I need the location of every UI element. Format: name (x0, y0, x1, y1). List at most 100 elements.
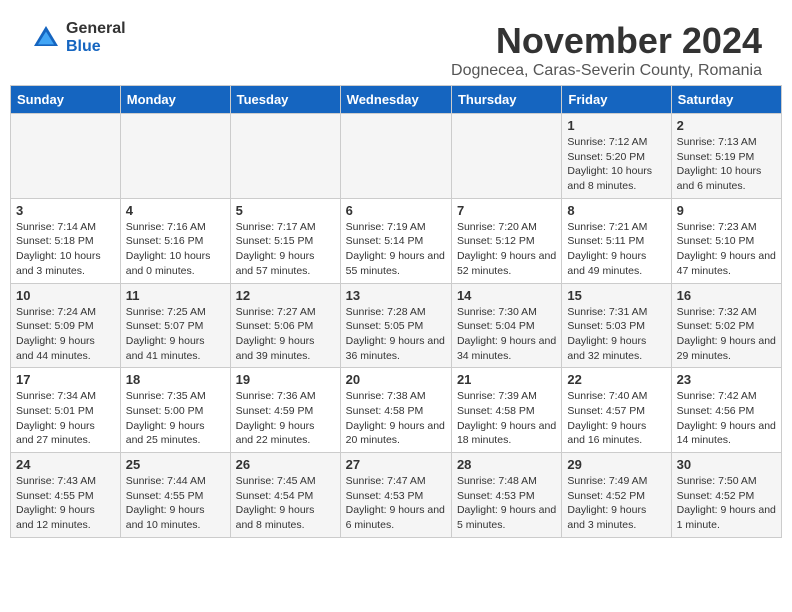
title-block: November 2024 Dognecea, Caras-Severin Co… (451, 20, 762, 80)
calendar-cell: 28 Sunrise: 7:48 AM Sunset: 4:53 PM Dayli… (451, 453, 561, 538)
location-title: Dognecea, Caras-Severin County, Romania (451, 62, 762, 80)
day-info: Sunrise: 7:49 AM Sunset: 4:52 PM Dayligh… (567, 474, 665, 533)
day-number: 13 (346, 288, 446, 303)
day-number: 11 (126, 288, 225, 303)
calendar-cell: 23 Sunrise: 7:42 AM Sunset: 4:56 PM Dayli… (671, 368, 781, 453)
calendar-cell: 6 Sunrise: 7:19 AM Sunset: 5:14 PM Daylig… (340, 198, 451, 283)
day-number: 21 (457, 372, 556, 387)
day-number: 30 (677, 457, 776, 472)
day-info: Sunrise: 7:40 AM Sunset: 4:57 PM Dayligh… (567, 389, 665, 448)
day-number: 9 (677, 203, 776, 218)
day-number: 26 (236, 457, 335, 472)
calendar-cell: 29 Sunrise: 7:49 AM Sunset: 4:52 PM Dayli… (562, 453, 671, 538)
calendar-cell: 26 Sunrise: 7:45 AM Sunset: 4:54 PM Dayli… (230, 453, 340, 538)
calendar-week-row: 10Sunrise: 7:24 AM Sunset: 5:09 PM Dayli… (11, 283, 782, 368)
calendar-cell: 14 Sunrise: 7:30 AM Sunset: 5:04 PM Dayli… (451, 283, 561, 368)
day-info: Sunrise: 7:30 AM Sunset: 5:04 PM Dayligh… (457, 305, 556, 364)
day-info: Sunrise: 7:23 AM Sunset: 5:10 PM Dayligh… (677, 220, 776, 279)
calendar-week-row: 1Sunrise: 7:12 AM Sunset: 5:20 PM Daylig… (11, 114, 782, 199)
weekday-header-tuesday: Tuesday (230, 86, 340, 114)
day-number: 24 (16, 457, 115, 472)
day-info: Sunrise: 7:14 AM Sunset: 5:18 PM Dayligh… (16, 220, 115, 279)
calendar-cell: 24 Sunrise: 7:43 AM Sunset: 4:55 PM Dayli… (11, 453, 121, 538)
day-number: 19 (236, 372, 335, 387)
day-info: Sunrise: 7:17 AM Sunset: 5:15 PM Dayligh… (236, 220, 335, 279)
day-info: Sunrise: 7:19 AM Sunset: 5:14 PM Dayligh… (346, 220, 446, 279)
day-number: 22 (567, 372, 665, 387)
calendar-cell: 7 Sunrise: 7:20 AM Sunset: 5:12 PM Daylig… (451, 198, 561, 283)
day-number: 17 (16, 372, 115, 387)
day-number: 6 (346, 203, 446, 218)
calendar-week-row: 24 Sunrise: 7:43 AM Sunset: 4:55 PM Dayli… (11, 453, 782, 538)
day-info: Sunrise: 7:27 AM Sunset: 5:06 PM Dayligh… (236, 305, 335, 364)
day-number: 29 (567, 457, 665, 472)
day-info: Sunrise: 7:39 AM Sunset: 4:58 PM Dayligh… (457, 389, 556, 448)
day-number: 5 (236, 203, 335, 218)
day-number: 28 (457, 457, 556, 472)
page-header: General Blue November 2024 Dognecea, Car… (10, 0, 782, 85)
weekday-header-row: SundayMondayTuesdayWednesdayThursdayFrid… (11, 86, 782, 114)
calendar-cell (340, 114, 451, 199)
calendar-cell (11, 114, 121, 199)
logo-text: General Blue (66, 20, 126, 55)
logo-general: General (66, 20, 126, 38)
calendar-cell: 25Sunrise: 7:44 AM Sunset: 4:55 PM Dayli… (120, 453, 230, 538)
calendar-cell (230, 114, 340, 199)
day-number: 18 (126, 372, 225, 387)
day-number: 20 (346, 372, 446, 387)
calendar-cell (120, 114, 230, 199)
weekday-header-friday: Friday (562, 86, 671, 114)
day-info: Sunrise: 7:38 AM Sunset: 4:58 PM Dayligh… (346, 389, 446, 448)
day-info: Sunrise: 7:50 AM Sunset: 4:52 PM Dayligh… (677, 474, 776, 533)
weekday-header-thursday: Thursday (451, 86, 561, 114)
day-info: Sunrise: 7:45 AM Sunset: 4:54 PM Dayligh… (236, 474, 335, 533)
calendar-cell: 18Sunrise: 7:35 AM Sunset: 5:00 PM Dayli… (120, 368, 230, 453)
calendar-cell (451, 114, 561, 199)
calendar-cell: 15Sunrise: 7:31 AM Sunset: 5:03 PM Dayli… (562, 283, 671, 368)
day-number: 25 (126, 457, 225, 472)
day-number: 7 (457, 203, 556, 218)
calendar-cell: 30 Sunrise: 7:50 AM Sunset: 4:52 PM Dayli… (671, 453, 781, 538)
day-number: 8 (567, 203, 665, 218)
logo: General Blue (30, 20, 126, 55)
day-info: Sunrise: 7:21 AM Sunset: 5:11 PM Dayligh… (567, 220, 665, 279)
calendar-cell: 9 Sunrise: 7:23 AM Sunset: 5:10 PM Daylig… (671, 198, 781, 283)
day-info: Sunrise: 7:48 AM Sunset: 4:53 PM Dayligh… (457, 474, 556, 533)
day-number: 2 (677, 118, 776, 133)
calendar-cell: 16Sunrise: 7:32 AM Sunset: 5:02 PM Dayli… (671, 283, 781, 368)
day-number: 3 (16, 203, 115, 218)
calendar-cell: 11 Sunrise: 7:25 AM Sunset: 5:07 PM Dayli… (120, 283, 230, 368)
weekday-header-sunday: Sunday (11, 86, 121, 114)
weekday-header-monday: Monday (120, 86, 230, 114)
calendar-cell: 12Sunrise: 7:27 AM Sunset: 5:06 PM Dayli… (230, 283, 340, 368)
day-number: 15 (567, 288, 665, 303)
calendar-cell: 8 Sunrise: 7:21 AM Sunset: 5:11 PM Daylig… (562, 198, 671, 283)
calendar-cell: 13Sunrise: 7:28 AM Sunset: 5:05 PM Dayli… (340, 283, 451, 368)
calendar-cell: 22 Sunrise: 7:40 AM Sunset: 4:57 PM Dayli… (562, 368, 671, 453)
calendar-week-row: 3 Sunrise: 7:14 AM Sunset: 5:18 PM Daylig… (11, 198, 782, 283)
day-number: 14 (457, 288, 556, 303)
calendar-cell: 1Sunrise: 7:12 AM Sunset: 5:20 PM Daylig… (562, 114, 671, 199)
calendar-cell: 27Sunrise: 7:47 AM Sunset: 4:53 PM Dayli… (340, 453, 451, 538)
calendar-cell: 3 Sunrise: 7:14 AM Sunset: 5:18 PM Daylig… (11, 198, 121, 283)
calendar-table: SundayMondayTuesdayWednesdayThursdayFrid… (10, 85, 782, 538)
calendar-cell: 17 Sunrise: 7:34 AM Sunset: 5:01 PM Dayli… (11, 368, 121, 453)
day-info: Sunrise: 7:32 AM Sunset: 5:02 PM Dayligh… (677, 305, 776, 364)
calendar-cell: 4Sunrise: 7:16 AM Sunset: 5:16 PM Daylig… (120, 198, 230, 283)
day-info: Sunrise: 7:13 AM Sunset: 5:19 PM Dayligh… (677, 135, 776, 194)
month-title: November 2024 (451, 20, 762, 62)
day-info: Sunrise: 7:47 AM Sunset: 4:53 PM Dayligh… (346, 474, 446, 533)
day-info: Sunrise: 7:34 AM Sunset: 5:01 PM Dayligh… (16, 389, 115, 448)
calendar-week-row: 17 Sunrise: 7:34 AM Sunset: 5:01 PM Dayli… (11, 368, 782, 453)
day-info: Sunrise: 7:25 AM Sunset: 5:07 PM Dayligh… (126, 305, 225, 364)
day-number: 23 (677, 372, 776, 387)
calendar-cell: 20 Sunrise: 7:38 AM Sunset: 4:58 PM Dayli… (340, 368, 451, 453)
day-info: Sunrise: 7:42 AM Sunset: 4:56 PM Dayligh… (677, 389, 776, 448)
day-info: Sunrise: 7:20 AM Sunset: 5:12 PM Dayligh… (457, 220, 556, 279)
day-number: 4 (126, 203, 225, 218)
calendar-cell: 2 Sunrise: 7:13 AM Sunset: 5:19 PM Daylig… (671, 114, 781, 199)
day-number: 10 (16, 288, 115, 303)
calendar-cell: 10Sunrise: 7:24 AM Sunset: 5:09 PM Dayli… (11, 283, 121, 368)
day-info: Sunrise: 7:43 AM Sunset: 4:55 PM Dayligh… (16, 474, 115, 533)
weekday-header-saturday: Saturday (671, 86, 781, 114)
